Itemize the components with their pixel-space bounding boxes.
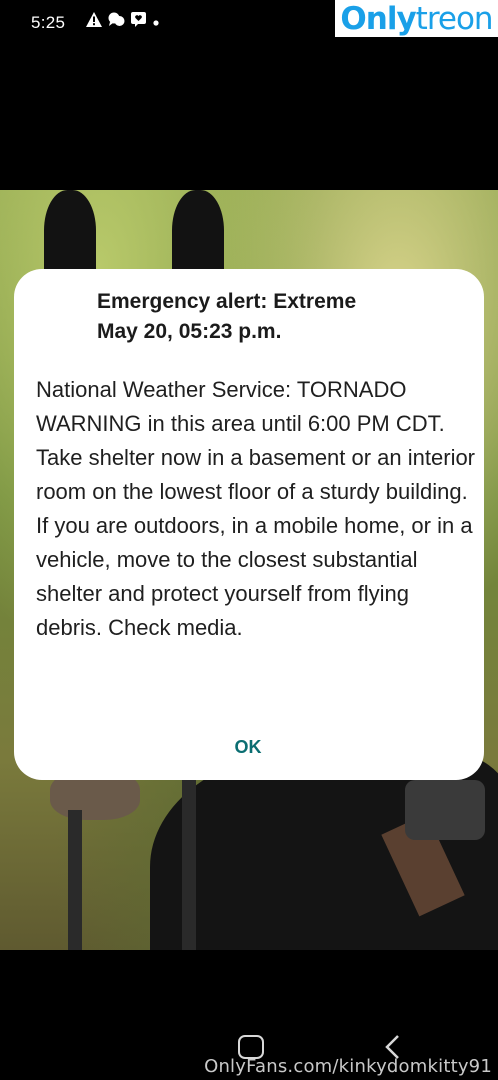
- horse-ear-right: [172, 190, 224, 280]
- logo-text-treon: treon: [415, 0, 494, 37]
- alert-title-line1: Emergency alert: Extreme: [97, 290, 357, 313]
- watermark-url: OnlyFans.com/kinkydomkitty91: [204, 1056, 492, 1077]
- message-heart-icon: [131, 12, 146, 32]
- horse-ear-left: [44, 190, 96, 280]
- chat-bubbles-icon: [108, 12, 125, 32]
- alert-title: Emergency alert: Extreme May 20, 05:23 p…: [97, 287, 477, 347]
- alert-title-line2: May 20, 05:23 p.m.: [97, 320, 282, 343]
- warning-icon: [86, 12, 102, 32]
- logo-text-only: Only: [340, 0, 416, 37]
- alert-message: National Weather Service: TORNADO WARNIN…: [36, 377, 476, 640]
- dot-icon: [152, 12, 160, 32]
- rein: [182, 780, 196, 950]
- status-icons: [86, 12, 160, 32]
- ok-button[interactable]: OK: [218, 731, 278, 763]
- rein: [68, 810, 82, 950]
- status-time: 5:25: [31, 13, 66, 32]
- onlytreon-logo: Only treon: [335, 0, 498, 37]
- saddle: [405, 780, 485, 840]
- emergency-alert-dialog: Emergency alert: Extreme May 20, 05:23 p…: [14, 269, 484, 780]
